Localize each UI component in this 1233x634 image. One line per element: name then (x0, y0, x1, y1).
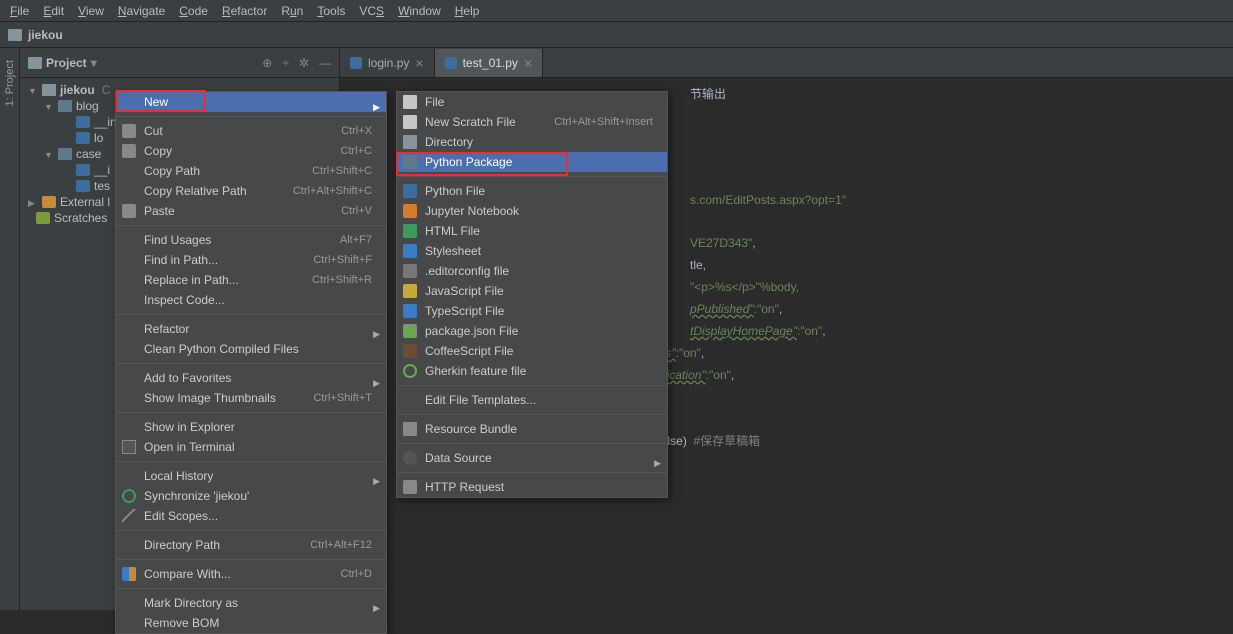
tree-item[interactable]: __in (94, 115, 117, 129)
target-icon[interactable]: ⊕ (262, 56, 272, 70)
menu-show-explorer[interactable]: Show in Explorer (116, 417, 386, 437)
menu-remove-bom[interactable]: Remove BOM (116, 613, 386, 633)
tree-case[interactable]: case (76, 147, 101, 161)
close-icon[interactable]: × (524, 55, 532, 71)
breadcrumb-root[interactable]: jiekou (28, 28, 63, 42)
menu-clean-pyc[interactable]: Clean Python Compiled Files (116, 339, 386, 359)
new-python-package[interactable]: Python Package (397, 152, 667, 172)
context-menu[interactable]: New CutCtrl+X CopyCtrl+C Copy PathCtrl+S… (115, 91, 387, 634)
menu-file[interactable]: File (4, 2, 35, 20)
gear-icon[interactable]: ✲ (299, 56, 309, 70)
new-file[interactable]: File (397, 92, 667, 112)
menu-edit[interactable]: Edit (37, 2, 70, 20)
new-gherkin[interactable]: Gherkin feature file (397, 361, 667, 381)
menu-vcs[interactable]: VCS (353, 2, 390, 20)
menu-add-favorites[interactable]: Add to Favorites (116, 368, 386, 388)
new-editorconfig[interactable]: .editorconfig file (397, 261, 667, 281)
menu-cut[interactable]: CutCtrl+X (116, 121, 386, 141)
menu-copy-path[interactable]: Copy PathCtrl+Shift+C (116, 161, 386, 181)
minimize-icon[interactable]: — (319, 56, 331, 70)
project-header: Project ▾ ⊕ ÷ ✲ — (20, 48, 339, 78)
new-jupyter[interactable]: Jupyter Notebook (397, 201, 667, 221)
menu-find-usages[interactable]: Find UsagesAlt+F7 (116, 230, 386, 250)
menu-navigate[interactable]: Navigate (112, 2, 171, 20)
menu-help[interactable]: Help (449, 2, 486, 20)
menu-edit-scopes[interactable]: Edit Scopes... (116, 506, 386, 526)
new-submenu[interactable]: File New Scratch FileCtrl+Alt+Shift+Inse… (396, 91, 668, 498)
menu-replace-in-path[interactable]: Replace in Path...Ctrl+Shift+R (116, 270, 386, 290)
menu-thumbnails[interactable]: Show Image ThumbnailsCtrl+Shift+T (116, 388, 386, 408)
project-title[interactable]: Project (46, 56, 87, 70)
new-edit-templates[interactable]: Edit File Templates... (397, 390, 667, 410)
tree-item[interactable]: tes (94, 179, 110, 193)
menu-compare-with[interactable]: Compare With...Ctrl+D (116, 564, 386, 584)
tree-item[interactable]: lo (94, 131, 103, 145)
menu-find-in-path[interactable]: Find in Path...Ctrl+Shift+F (116, 250, 386, 270)
tab-test01[interactable]: test_01.py× (435, 49, 544, 77)
menu-run[interactable]: Run (275, 2, 309, 20)
new-html[interactable]: HTML File (397, 221, 667, 241)
menu-refactor[interactable]: Refactor (216, 2, 273, 20)
menu-view[interactable]: View (72, 2, 110, 20)
tree-item[interactable]: __i (94, 163, 110, 177)
menubar[interactable]: File Edit View Navigate Code Refactor Ru… (0, 0, 1233, 22)
new-directory[interactable]: Directory (397, 132, 667, 152)
project-icon (28, 57, 42, 69)
folder-icon (8, 29, 22, 41)
divider-icon[interactable]: ÷ (282, 56, 289, 70)
close-icon[interactable]: × (415, 55, 423, 71)
new-scratch[interactable]: New Scratch FileCtrl+Alt+Shift+Insert (397, 112, 667, 132)
new-data-source[interactable]: Data Source (397, 448, 667, 468)
menu-mark-directory[interactable]: Mark Directory as (116, 593, 386, 613)
tree-root[interactable]: jiekou (60, 83, 95, 97)
new-coffeescript[interactable]: CoffeeScript File (397, 341, 667, 361)
editor-tabs: login.py× test_01.py× (340, 48, 1233, 78)
menu-paste[interactable]: PasteCtrl+V (116, 201, 386, 221)
chevron-down-icon[interactable]: ▾ (91, 56, 97, 70)
tree-scratches[interactable]: Scratches (54, 211, 107, 225)
new-javascript[interactable]: JavaScript File (397, 281, 667, 301)
new-python-file[interactable]: Python File (397, 181, 667, 201)
menu-tools[interactable]: Tools (311, 2, 351, 20)
menu-new[interactable]: New (116, 92, 386, 112)
new-packagejson[interactable]: package.json File (397, 321, 667, 341)
new-typescript[interactable]: TypeScript File (397, 301, 667, 321)
breadcrumb: jiekou (0, 22, 1233, 48)
menu-copy[interactable]: CopyCtrl+C (116, 141, 386, 161)
menu-code[interactable]: Code (173, 2, 214, 20)
side-tab-project[interactable]: 1: Project (4, 56, 16, 110)
menu-copy-relative[interactable]: Copy Relative PathCtrl+Alt+Shift+C (116, 181, 386, 201)
new-resource-bundle[interactable]: Resource Bundle (397, 419, 667, 439)
new-stylesheet[interactable]: Stylesheet (397, 241, 667, 261)
menu-refactor[interactable]: Refactor (116, 319, 386, 339)
side-tab-strip[interactable]: 1: Project (0, 48, 20, 610)
menu-synchronize[interactable]: Synchronize 'jiekou' (116, 486, 386, 506)
menu-inspect-code[interactable]: Inspect Code... (116, 290, 386, 310)
tree-blog[interactable]: blog (76, 99, 99, 113)
menu-open-terminal[interactable]: Open in Terminal (116, 437, 386, 457)
menu-local-history[interactable]: Local History (116, 466, 386, 486)
tree-external[interactable]: External l (60, 195, 110, 209)
menu-window[interactable]: Window (392, 2, 447, 20)
menu-directory-path[interactable]: Directory PathCtrl+Alt+F12 (116, 535, 386, 555)
tab-login[interactable]: login.py× (340, 49, 435, 77)
new-http-request[interactable]: HTTP Request (397, 477, 667, 497)
